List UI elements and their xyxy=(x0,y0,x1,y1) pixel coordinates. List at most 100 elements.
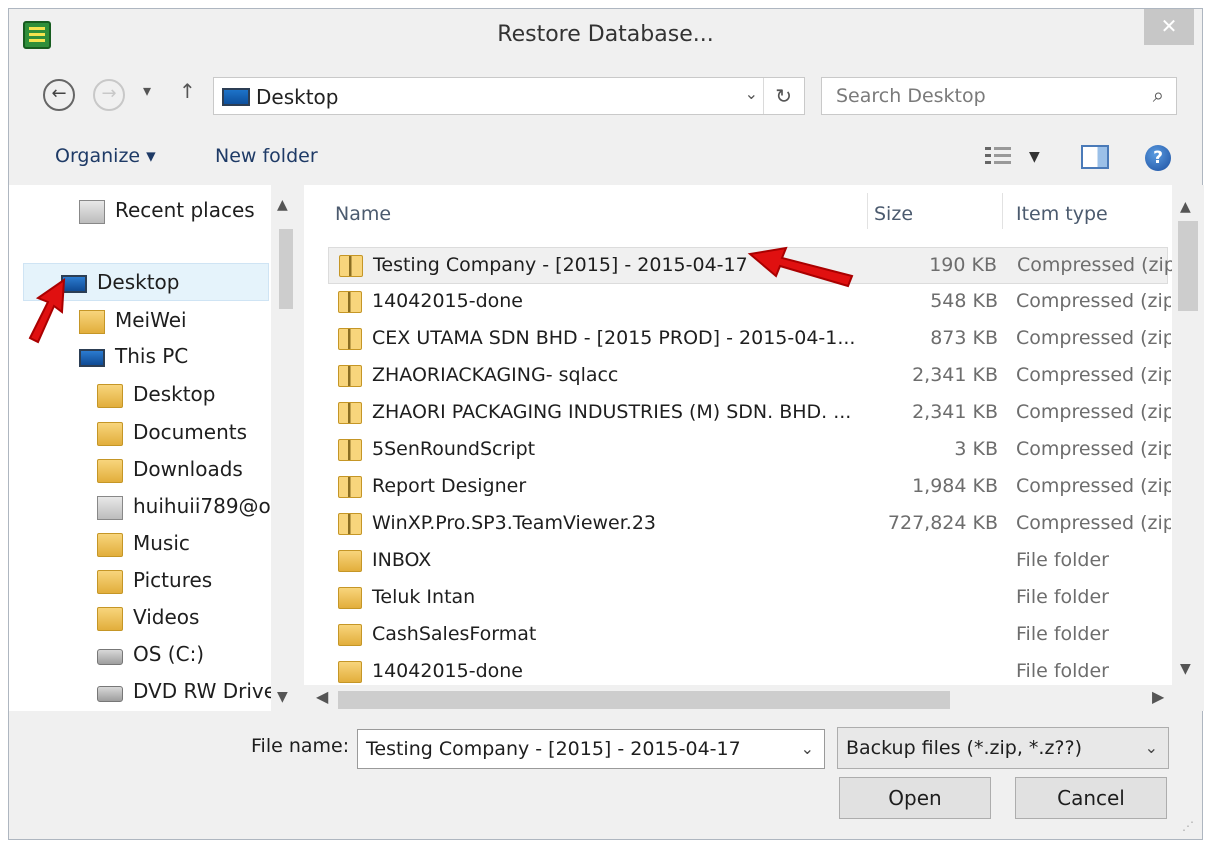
file-name: Report Designer xyxy=(372,475,527,497)
file-size: 727,824 KB xyxy=(887,512,998,534)
chevron-down-icon[interactable]: ⌄ xyxy=(1145,738,1158,757)
file-row[interactable]: Report Designer 1,984 KB Compressed (zip xyxy=(328,469,1171,506)
cancel-button[interactable]: Cancel xyxy=(1015,777,1167,819)
file-type: File folder xyxy=(1016,623,1109,645)
sidebar-item-label: Pictures xyxy=(133,568,213,592)
zip-folder-icon xyxy=(338,365,362,387)
file-row[interactable]: 5SenRoundScript 3 KB Compressed (zip xyxy=(328,432,1171,469)
organize-button[interactable]: Organize ▾ xyxy=(55,145,156,167)
file-type-filter-select[interactable]: Backup files (*.zip, *.z??) ⌄ xyxy=(837,727,1169,769)
resize-grip-icon[interactable]: ⋰ xyxy=(1182,819,1194,833)
file-row[interactable]: Teluk Intan File folder xyxy=(328,580,1168,617)
dvd-drive-icon xyxy=(97,686,123,702)
file-row[interactable]: ZHAORI PACKAGING INDUSTRIES (M) SDN. BHD… xyxy=(328,395,1171,432)
desktop-icon xyxy=(222,88,250,106)
file-type: Compressed (zip xyxy=(1017,254,1172,276)
sidebar-item-label: Recent places xyxy=(115,198,255,222)
file-size: 2,341 KB xyxy=(912,401,998,423)
sidebar-item-label: Downloads xyxy=(133,457,243,481)
address-dropdown-icon[interactable]: ⌄ xyxy=(745,84,758,103)
file-row[interactable]: WinXP.Pro.SP3.TeamViewer.23 727,824 KB Com… xyxy=(328,506,1171,543)
sidebar-item-label: Documents xyxy=(133,420,248,444)
music-icon xyxy=(97,533,123,557)
column-header-item-type[interactable]: Item type xyxy=(1016,203,1108,225)
file-type: Compressed (zip xyxy=(1016,512,1171,534)
file-type: Compressed (zip xyxy=(1016,438,1171,460)
file-type: File folder xyxy=(1016,660,1109,682)
file-name-value: Testing Company - [2015] - 2015-04-17 xyxy=(366,738,741,760)
refresh-icon[interactable]: ↻ xyxy=(775,84,792,108)
address-bar[interactable]: Desktop ⌄ ↻ xyxy=(213,77,805,115)
file-row[interactable]: CEX UTAMA SDN BHD - [2015 PROD] - 2015-0… xyxy=(328,321,1171,358)
file-name: CashSalesFormat xyxy=(372,623,537,645)
file-name-input[interactable]: Testing Company - [2015] - 2015-04-17 ⌄ xyxy=(357,729,825,769)
scroll-up-icon[interactable]: ▲ xyxy=(1180,199,1191,215)
sidebar-item-label: Videos xyxy=(133,605,200,629)
folder-icon xyxy=(338,624,362,646)
navigation-scroll-thumb[interactable] xyxy=(279,229,293,309)
videos-icon xyxy=(97,607,123,631)
recent-places-icon xyxy=(79,200,105,224)
file-name: WinXP.Pro.SP3.TeamViewer.23 xyxy=(372,512,657,534)
scroll-left-icon[interactable]: ◀ xyxy=(316,687,328,706)
column-header-size[interactable]: Size xyxy=(874,203,913,225)
sidebar-item-label: OS (C:) xyxy=(133,642,205,666)
file-size: 2,341 KB xyxy=(912,364,998,386)
column-divider[interactable] xyxy=(867,193,868,229)
help-icon[interactable]: ? xyxy=(1145,145,1171,171)
sidebar-item-label: MeiWei xyxy=(115,308,187,332)
documents-icon xyxy=(97,422,123,446)
address-text: Desktop xyxy=(256,85,339,109)
search-icon[interactable]: ⌕ xyxy=(1153,83,1164,107)
scroll-right-icon[interactable]: ▶ xyxy=(1152,687,1164,706)
downloads-icon xyxy=(97,459,123,483)
recent-locations-dropdown[interactable]: ▾ xyxy=(143,81,151,100)
chevron-down-icon[interactable]: ⌄ xyxy=(801,739,814,758)
vertical-scroll-thumb[interactable] xyxy=(1178,221,1198,311)
window-title: Restore Database... xyxy=(497,22,714,47)
title-bar[interactable]: Restore Database... ✕ xyxy=(9,9,1202,65)
file-name: Teluk Intan xyxy=(372,586,476,608)
file-row[interactable]: INBOX File folder xyxy=(328,543,1168,580)
file-type: Compressed (zip xyxy=(1016,401,1171,423)
search-input[interactable]: Search Desktop ⌕ xyxy=(821,77,1177,115)
sidebar-item-label: DVD RW Drive ( xyxy=(133,679,291,703)
scroll-up-icon[interactable]: ▲ xyxy=(277,197,288,213)
network-user-icon xyxy=(97,496,123,520)
desktop-folder-icon xyxy=(97,384,123,408)
open-button[interactable]: Open xyxy=(839,777,991,819)
file-row[interactable]: Testing Company - [2015] - 2015-04-17 190… xyxy=(328,247,1172,284)
file-type: Compressed (zip xyxy=(1016,475,1171,497)
user-folder-icon xyxy=(79,310,105,334)
file-type: Compressed (zip xyxy=(1016,290,1171,312)
sidebar-item-label: Desktop xyxy=(133,382,216,406)
zip-folder-icon xyxy=(339,255,363,277)
file-type: Compressed (zip xyxy=(1016,364,1171,386)
column-divider[interactable] xyxy=(1002,193,1003,229)
file-list: Name Size Item type Testing Company - [2… xyxy=(304,185,1204,711)
search-placeholder: Search Desktop xyxy=(836,85,986,107)
file-row[interactable]: CashSalesFormat File folder xyxy=(328,617,1168,654)
folder-icon xyxy=(338,661,362,683)
close-button[interactable]: ✕ xyxy=(1144,9,1194,45)
preview-pane-icon[interactable] xyxy=(1081,145,1109,169)
views-dropdown-icon[interactable]: ▼ xyxy=(1029,149,1040,165)
forward-button[interactable]: → xyxy=(93,79,125,111)
zip-folder-icon xyxy=(338,439,362,461)
horizontal-scroll-thumb[interactable] xyxy=(338,691,950,709)
up-button[interactable]: ↑ xyxy=(179,79,196,103)
zip-folder-icon xyxy=(338,328,362,350)
back-button[interactable]: ← xyxy=(43,79,75,111)
scroll-down-icon[interactable]: ▼ xyxy=(277,689,288,705)
desktop-icon xyxy=(61,275,87,293)
file-name: 14042015-done xyxy=(372,290,523,312)
file-row[interactable]: ZHAORIACKAGING- sqlacc 2,341 KB Compressed… xyxy=(328,358,1171,395)
zip-folder-icon xyxy=(338,402,362,424)
column-header-name[interactable]: Name xyxy=(335,203,391,225)
new-folder-button[interactable]: New folder xyxy=(215,145,318,167)
sidebar-item-label: Desktop xyxy=(97,270,180,294)
change-view-icon[interactable] xyxy=(985,147,1011,167)
scroll-down-icon[interactable]: ▼ xyxy=(1180,661,1191,677)
file-row[interactable]: 14042015-done 548 KB Compressed (zip xyxy=(328,284,1171,321)
file-type-filter-value: Backup files (*.zip, *.z??) xyxy=(846,737,1082,759)
